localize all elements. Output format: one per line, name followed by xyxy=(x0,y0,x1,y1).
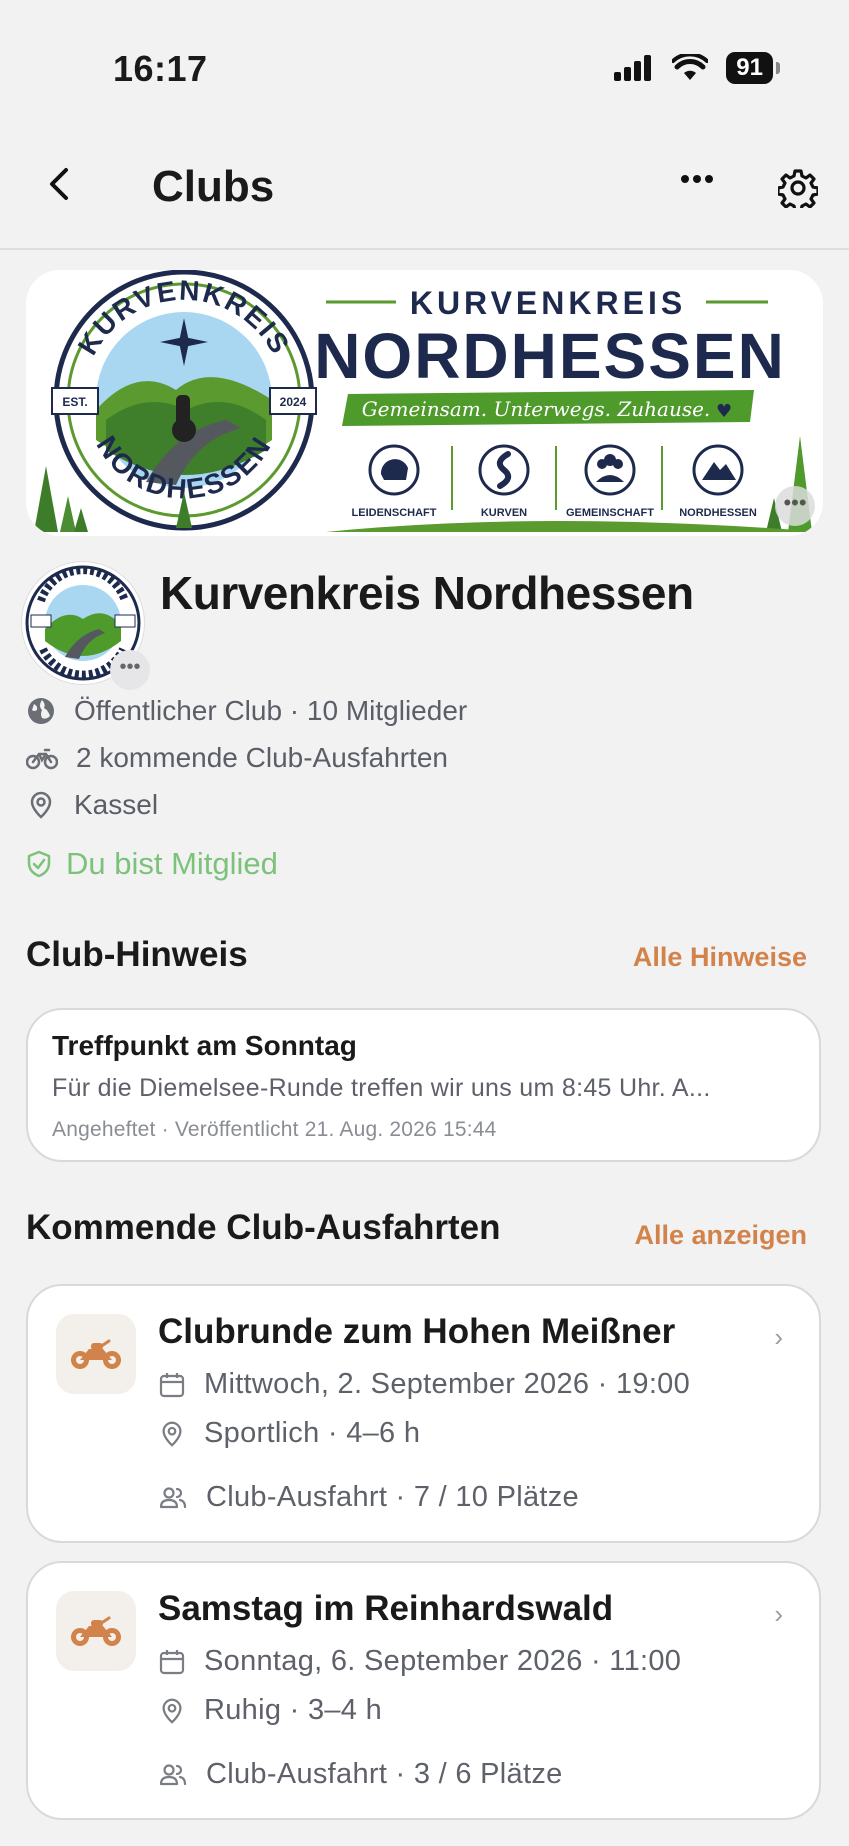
banner-badge-kurven: KURVEN xyxy=(481,507,527,519)
ride-seats: Club-Ausfahrt · 7 / 10 Plätze xyxy=(206,1481,579,1513)
ride-date: Mittwoch, 2. September 2026 · 19:00 xyxy=(204,1368,691,1400)
people-icon xyxy=(159,1763,187,1785)
location-pin-icon xyxy=(30,791,52,819)
club-banner[interactable]: EST. 2024 KURVENKREIS NORDHESSEN KURVENK… xyxy=(26,270,823,536)
globe-icon xyxy=(28,698,54,724)
ride-style: Ruhig · 3–4 h xyxy=(204,1694,383,1726)
avatar-more-button[interactable]: ••• xyxy=(110,650,150,690)
club-location-text: Kassel xyxy=(74,789,159,820)
club-visibility-row: Öffentlicher Club · 10 Mitglieder xyxy=(26,695,467,727)
ride-title: Samstag im Reinhardswald xyxy=(158,1589,614,1628)
banner-badge-gemeinschaft: GEMEINSCHAFT xyxy=(566,507,654,519)
membership-status: Du bist Mitglied xyxy=(26,846,278,882)
calendar-icon xyxy=(159,1372,185,1397)
battery-indicator: 91 xyxy=(726,52,780,84)
banner-artwork: EST. 2024 KURVENKREIS NORDHESSEN KURVENK… xyxy=(26,270,823,536)
ride-seats-row: Club-Ausfahrt · 7 / 10 Plätze xyxy=(158,1481,579,1514)
cellular-signal-icon xyxy=(614,55,652,81)
ride-style-row: Sportlich · 4–6 h xyxy=(158,1417,420,1450)
banner-more-button[interactable]: ••• xyxy=(775,486,815,526)
navigation-bar: Clubs xyxy=(0,140,849,250)
ride-thumbnail xyxy=(56,1591,136,1671)
banner-main-text: NORDHESSEN xyxy=(314,320,786,392)
banner-badge-nordhessen: NORDHESSEN xyxy=(679,507,757,519)
status-icons: 91 xyxy=(614,52,780,84)
notice-title: Treffpunkt am Sonntag xyxy=(52,1030,357,1061)
membership-text: Du bist Mitglied xyxy=(66,846,278,881)
calendar-icon xyxy=(159,1649,185,1674)
club-name: Kurvenkreis Nordhessen xyxy=(160,567,694,619)
location-pin-icon xyxy=(162,1698,182,1724)
ride-title: Clubrunde zum Hohen Meißner xyxy=(158,1312,676,1351)
ride-thumbnail xyxy=(56,1314,136,1394)
motorcycle-icon xyxy=(71,1616,121,1646)
more-options-icon[interactable] xyxy=(680,174,714,184)
rides-section-title: Kommende Club-Ausfahrten xyxy=(26,1208,501,1247)
ride-seats: Club-Ausfahrt · 3 / 6 Plätze xyxy=(206,1758,563,1790)
ride-card[interactable]: Clubrunde zum Hohen Meißner › Mittwoch, … xyxy=(26,1284,821,1543)
club-upcoming-text: 2 kommende Club-Ausfahrten xyxy=(76,742,448,773)
ride-date-row: Sonntag, 6. September 2026 · 11:00 xyxy=(158,1645,681,1678)
banner-badge-leidenschaft: LEIDENSCHAFT xyxy=(352,507,437,519)
people-icon xyxy=(159,1486,187,1508)
club-upcoming-row: 2 kommende Club-Ausfahrten xyxy=(26,742,448,774)
club-visibility-text: Öffentlicher Club · 10 Mitglieder xyxy=(74,695,468,726)
club-location-row: Kassel xyxy=(26,789,158,821)
banner-top-text: KURVENKREIS xyxy=(410,285,686,321)
ride-card[interactable]: Samstag im Reinhardswald › Sonntag, 6. S… xyxy=(26,1561,821,1820)
back-chevron-icon[interactable] xyxy=(40,164,80,204)
ride-style: Sportlich · 4–6 h xyxy=(204,1417,421,1449)
badge-est-label: EST. xyxy=(62,395,87,409)
badge-year-label: 2024 xyxy=(280,395,307,409)
settings-gear-icon[interactable] xyxy=(778,168,818,208)
status-bar: 16:17 91 xyxy=(0,0,849,140)
page-title: Clubs xyxy=(152,162,275,211)
status-time: 16:17 xyxy=(113,48,208,89)
wifi-icon xyxy=(672,54,709,80)
show-all-rides-link[interactable]: Alle anzeigen xyxy=(634,1220,807,1251)
banner-slogan: Gemeinsam. Unterwegs. Zuhause. xyxy=(362,397,711,421)
chevron-right-icon: › xyxy=(774,1322,783,1352)
notice-section-title: Club-Hinweis xyxy=(26,935,248,974)
location-pin-icon xyxy=(162,1421,182,1447)
ride-seats-row: Club-Ausfahrt · 3 / 6 Plätze xyxy=(158,1758,563,1791)
notice-meta: Angeheftet · Veröffentlicht 21. Aug. 202… xyxy=(52,1118,497,1141)
shield-check-icon xyxy=(27,850,51,878)
motorcycle-icon xyxy=(26,748,58,770)
ride-style-row: Ruhig · 3–4 h xyxy=(158,1694,382,1727)
chevron-right-icon: › xyxy=(774,1599,783,1629)
notice-card[interactable]: Treffpunkt am Sonntag Für die Diemelsee-… xyxy=(26,1008,821,1162)
heart-icon: ♥ xyxy=(716,401,732,422)
motorcycle-icon xyxy=(71,1339,121,1369)
ride-date: Sonntag, 6. September 2026 · 11:00 xyxy=(204,1645,682,1677)
all-notices-link[interactable]: Alle Hinweise xyxy=(633,942,807,973)
ride-date-row: Mittwoch, 2. September 2026 · 19:00 xyxy=(158,1368,690,1401)
notice-text: Für die Diemelsee-Runde treffen wir uns … xyxy=(52,1074,711,1102)
